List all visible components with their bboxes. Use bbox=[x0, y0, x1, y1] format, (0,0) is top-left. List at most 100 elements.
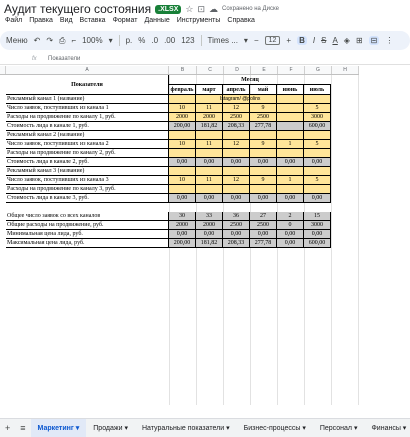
month-header[interactable]: март bbox=[196, 85, 223, 95]
row-label-cell[interactable]: Рекламный канал 1 (название) bbox=[6, 95, 169, 104]
value-cell[interactable] bbox=[196, 95, 223, 104]
value-cell[interactable]: 0,00 bbox=[277, 158, 304, 167]
font-size-input[interactable]: 12 bbox=[264, 36, 281, 45]
value-cell[interactable] bbox=[169, 149, 196, 158]
month-header[interactable]: февраль bbox=[169, 85, 196, 95]
row-label-cell[interactable]: Число заявок, поступивших из канала 1 bbox=[6, 104, 169, 113]
value-cell[interactable]: 2000 bbox=[169, 221, 196, 230]
row-label-cell[interactable]: Число заявок, поступивших из канала 3 bbox=[6, 176, 169, 185]
value-cell[interactable]: 0,00 bbox=[304, 230, 331, 239]
value-cell[interactable]: 0,00 bbox=[223, 194, 250, 203]
value-cell[interactable] bbox=[169, 167, 196, 176]
undo-icon[interactable]: ↶ bbox=[34, 36, 41, 45]
tab-natural-indicators[interactable]: Натуральные показатели ▾ bbox=[135, 424, 237, 432]
value-cell[interactable] bbox=[277, 167, 304, 176]
month-header[interactable]: май bbox=[250, 85, 277, 95]
font-select[interactable]: Times ... bbox=[208, 36, 238, 45]
row-label-cell[interactable] bbox=[6, 203, 169, 212]
menu-format[interactable]: Формат bbox=[113, 17, 138, 29]
value-cell[interactable] bbox=[196, 203, 223, 212]
row-label-cell[interactable]: Минимальная цена лида, руб. bbox=[6, 230, 169, 239]
tab-sales[interactable]: Продажи ▾ bbox=[86, 424, 135, 432]
value-cell[interactable]: 9 bbox=[250, 176, 277, 185]
value-cell[interactable] bbox=[277, 185, 304, 194]
value-cell[interactable] bbox=[196, 167, 223, 176]
value-cell[interactable]: 10 bbox=[169, 140, 196, 149]
value-cell[interactable] bbox=[277, 113, 304, 122]
value-cell[interactable]: 600,00 bbox=[304, 122, 331, 131]
value-cell[interactable]: 10 bbox=[169, 104, 196, 113]
value-cell[interactable] bbox=[169, 95, 196, 104]
row-label-cell[interactable]: Общие расходы на продвижение, руб. bbox=[6, 221, 169, 230]
value-cell[interactable]: 0,00 bbox=[196, 158, 223, 167]
month-header[interactable]: апрель bbox=[223, 85, 250, 95]
value-cell[interactable]: 12 bbox=[223, 176, 250, 185]
more-formats-button[interactable]: 123 bbox=[181, 36, 194, 45]
value-cell[interactable] bbox=[277, 131, 304, 140]
borders-icon[interactable]: ⊞ bbox=[356, 36, 363, 45]
menu-data[interactable]: Данные bbox=[144, 17, 169, 29]
value-cell[interactable]: 0,00 bbox=[250, 158, 277, 167]
value-cell[interactable]: 277,78 bbox=[250, 122, 277, 131]
more-icon[interactable]: ⋮ bbox=[385, 36, 393, 45]
value-cell[interactable] bbox=[250, 167, 277, 176]
star-icon[interactable]: ☆ bbox=[185, 4, 193, 15]
value-cell[interactable]: 277,78 bbox=[250, 239, 277, 248]
tab-marketing[interactable]: Маркетинг ▾ bbox=[30, 419, 87, 437]
value-cell[interactable]: 0,00 bbox=[196, 194, 223, 203]
value-cell[interactable]: 181,82 bbox=[196, 239, 223, 248]
column-header-d[interactable]: D bbox=[224, 66, 251, 74]
value-cell[interactable]: 1 bbox=[277, 140, 304, 149]
value-cell[interactable]: 9 bbox=[250, 140, 277, 149]
row-label-cell[interactable]: Стоимость лида в канале 2, руб. bbox=[6, 158, 169, 167]
row-label-cell[interactable]: Расходы на продвижение по каналу 1, руб. bbox=[6, 113, 169, 122]
value-cell[interactable] bbox=[250, 185, 277, 194]
value-cell[interactable]: 11 bbox=[196, 104, 223, 113]
value-cell[interactable] bbox=[169, 131, 196, 140]
tab-finance[interactable]: Финансы ▾ bbox=[364, 424, 410, 432]
decrease-decimal-button[interactable]: .0 bbox=[151, 36, 158, 45]
value-cell[interactable] bbox=[277, 104, 304, 113]
value-cell[interactable] bbox=[196, 131, 223, 140]
value-cell[interactable]: 27 bbox=[250, 212, 277, 221]
value-cell[interactable] bbox=[304, 203, 331, 212]
chevron-down-icon[interactable]: ▾ bbox=[109, 36, 113, 45]
row-label-cell[interactable]: Максимальная цена лида, руб. bbox=[6, 239, 169, 248]
value-cell[interactable]: 15 bbox=[304, 212, 331, 221]
value-cell[interactable] bbox=[250, 131, 277, 140]
value-cell[interactable]: 0,00 bbox=[304, 194, 331, 203]
redo-icon[interactable]: ↷ bbox=[46, 36, 53, 45]
column-header-e[interactable]: E bbox=[251, 66, 278, 74]
value-cell[interactable] bbox=[223, 149, 250, 158]
menu-file[interactable]: Файл bbox=[5, 17, 22, 29]
value-cell[interactable]: 600,00 bbox=[304, 239, 331, 248]
value-cell[interactable] bbox=[223, 131, 250, 140]
menu-insert[interactable]: Вставка bbox=[80, 17, 106, 29]
menu-tools[interactable]: Инструменты bbox=[177, 17, 221, 29]
row-label-cell[interactable]: Расходы на продвижение по каналу 3, руб. bbox=[6, 185, 169, 194]
value-cell[interactable]: 200,00 bbox=[169, 122, 196, 131]
chevron-down-icon[interactable]: ▾ bbox=[244, 36, 248, 45]
text-color-button[interactable]: A bbox=[332, 36, 337, 45]
percent-format-button[interactable]: % bbox=[138, 36, 145, 45]
value-cell[interactable] bbox=[250, 149, 277, 158]
row-label-cell[interactable]: Общее число заявок со всех каналов bbox=[6, 212, 169, 221]
value-cell[interactable] bbox=[304, 131, 331, 140]
instagram-note[interactable]: Istagram/ @polinx bbox=[220, 95, 260, 104]
all-sheets-icon[interactable]: ≡ bbox=[15, 423, 30, 433]
value-cell[interactable]: 10 bbox=[169, 176, 196, 185]
value-cell[interactable]: 30 bbox=[169, 212, 196, 221]
value-cell[interactable]: 2500 bbox=[250, 113, 277, 122]
value-cell[interactable]: 11 bbox=[196, 140, 223, 149]
value-cell[interactable]: 181,82 bbox=[196, 122, 223, 131]
value-cell[interactable]: 0,00 bbox=[169, 230, 196, 239]
value-cell[interactable]: 200,00 bbox=[169, 239, 196, 248]
value-cell[interactable]: 3000 bbox=[304, 113, 331, 122]
paint-format-icon[interactable]: ⌐ bbox=[71, 36, 76, 45]
value-cell[interactable] bbox=[223, 203, 250, 212]
value-cell[interactable]: 12 bbox=[223, 140, 250, 149]
value-cell[interactable]: 2000 bbox=[196, 221, 223, 230]
column-header-a[interactable]: A bbox=[6, 66, 169, 74]
column-header-b[interactable]: B bbox=[169, 66, 197, 74]
add-sheet-icon[interactable]: + bbox=[0, 423, 15, 433]
